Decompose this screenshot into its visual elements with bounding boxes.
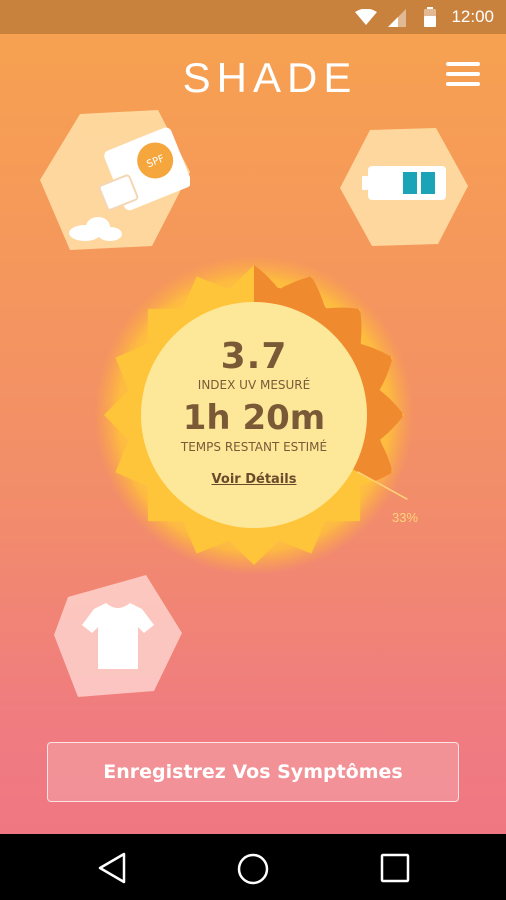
wifi-icon <box>355 8 377 29</box>
app-screen: 12:00 SHADE SPF 3.7 INDEX UV MESURÉ 1h 2… <box>0 0 506 900</box>
signal-icon <box>388 9 406 31</box>
time-remaining-label: TEMPS RESTANT ESTIMÉ <box>180 440 328 454</box>
device-battery-icon <box>362 166 446 200</box>
clothing-widget[interactable] <box>54 575 182 697</box>
uv-index-label: INDEX UV MESURÉ <box>197 378 311 392</box>
view-details-link[interactable]: Voir Détails <box>141 472 367 487</box>
uv-readout: 3.7 INDEX UV MESURÉ 1h 20m TEMPS RESTANT… <box>141 302 367 528</box>
hamburger-menu-icon[interactable] <box>446 62 480 90</box>
recents-icon[interactable] <box>379 852 411 888</box>
android-nav-bar <box>0 834 506 900</box>
home-icon[interactable] <box>236 852 270 890</box>
brand-logo: SHADE <box>182 54 358 101</box>
uv-index-value: 3.7 <box>220 336 288 377</box>
device-battery-widget[interactable] <box>340 128 468 246</box>
status-bar: 12:00 <box>0 0 506 34</box>
exposure-percent-label: 33% <box>392 510 419 525</box>
sunscreen-widget[interactable]: SPF <box>40 110 192 250</box>
back-icon[interactable] <box>96 852 128 888</box>
battery-icon <box>424 7 436 31</box>
log-symptoms-button[interactable]: Enregistrez Vos Symptômes <box>47 742 459 802</box>
status-time: 12:00 <box>451 7 494 26</box>
time-remaining-value: 1h 20m <box>182 398 326 438</box>
